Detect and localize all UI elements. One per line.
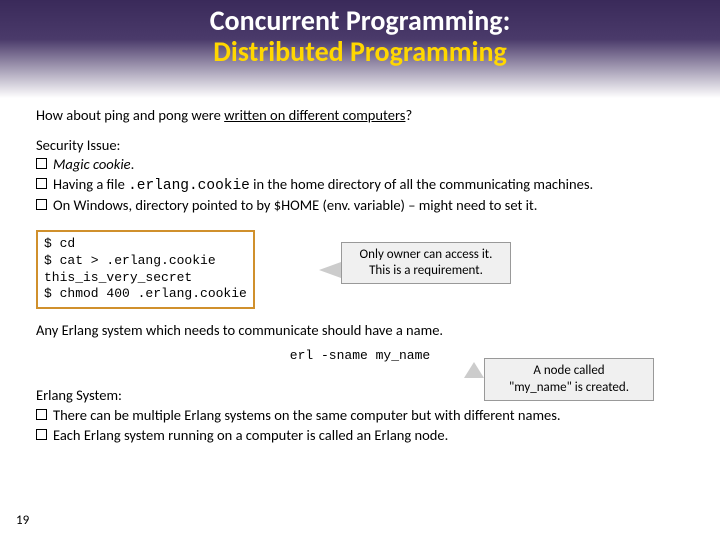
square-bullet-icon [36,429,47,440]
callout-line: This is a requirement. [350,263,502,279]
callout-line: A node called [493,363,645,379]
security-bullet: Magic cookie. [36,155,684,175]
question-prefix: How about ping and pong were [36,106,224,124]
page-number: 19 [16,513,29,528]
security-issue-block: Security Issue: Magic cookie. Having a f… [36,136,684,216]
callout-pointer-icon [464,362,484,378]
term-line: $ chmod 400 .erlang.cookie [44,286,247,301]
callout-line: Only owner can access it. [350,247,502,263]
slide-header: Concurrent Programming: Distributed Prog… [0,0,720,98]
owner-access-callout: Only owner can access it. This is a requ… [341,242,511,285]
node-callout-wrap: A node called "my_name" is created. [36,364,684,410]
naming-paragraph: Any Erlang system which needs to communi… [36,321,684,341]
security-bullet: On Windows, directory pointed to by $HOM… [36,196,684,216]
square-bullet-icon [36,158,47,169]
bullet-text: On Windows, directory pointed to by $HOM… [53,196,537,216]
bullet-prefix: Having a file [53,175,128,193]
term-line: $ cat > .erlang.cookie [44,253,216,268]
question-underlined: written on different computers [224,106,405,124]
bullet-text: Each Erlang system running on a computer… [53,426,448,446]
security-bullet: Having a file .erlang.cookie in the home… [36,175,684,197]
title-line-2: Distributed Programming [0,37,720,68]
title-line-1: Concurrent Programming: [0,6,720,37]
slide-content: How about ping and pong were written on … [0,98,720,445]
bullet-rest: . [131,155,135,173]
term-line: $ cd [44,236,75,251]
question-suffix: ? [405,106,412,124]
bullet-rest: in the home directory of all the communi… [250,175,593,193]
node-created-callout: A node called "my_name" is created. [484,358,654,401]
callout-pointer-icon [319,262,341,278]
security-heading: Security Issue: [36,136,684,156]
bullet-italic: Magic cookie [53,155,131,173]
square-bullet-icon [36,178,47,189]
bullet-mono: .erlang.cookie [128,178,250,194]
intro-question: How about ping and pong were written on … [36,106,684,126]
callout-line: "my_name" is created. [493,380,645,396]
term-line: this_is_very_secret [44,270,192,285]
terminal-snippet: $ cd $ cat > .erlang.cookie this_is_very… [36,230,255,310]
erlang-system-bullet: Each Erlang system running on a computer… [36,426,684,446]
terminal-callout-wrap: $ cd $ cat > .erlang.cookie this_is_very… [36,224,684,320]
square-bullet-icon [36,409,47,420]
square-bullet-icon [36,199,47,210]
